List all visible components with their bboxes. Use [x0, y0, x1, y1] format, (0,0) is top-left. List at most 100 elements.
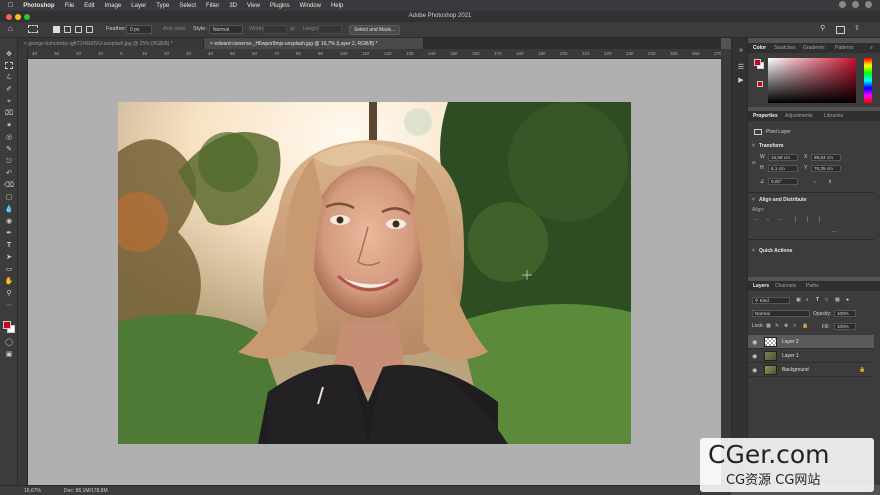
brush-tool-icon[interactable]: ✎	[4, 145, 14, 154]
hand-tool-icon[interactable]: ✋	[4, 277, 14, 286]
menu-file[interactable]: File	[65, 3, 75, 9]
workspace-icon[interactable]	[836, 26, 845, 34]
type-tool-icon[interactable]: T	[4, 241, 14, 250]
flip-horizontal-icon[interactable]: ⇔	[812, 179, 817, 185]
document-size[interactable]: Doc: 86,1M/178,8M	[64, 488, 108, 494]
search-icon[interactable]	[852, 1, 859, 8]
align-top-icon[interactable]: ┆	[794, 217, 797, 223]
apple-icon[interactable]: 	[8, 2, 13, 9]
rect-marquee-tool-icon[interactable]	[5, 62, 13, 69]
align-bottom-icon[interactable]: ┆	[818, 217, 821, 223]
lock-position-icon[interactable]: ✥	[784, 323, 788, 329]
tab-george-bohunicky[interactable]: × george-bohunicky-qjKT2rMU0VU-unsplash.…	[18, 38, 204, 49]
blend-mode-select[interactable]: Normal	[752, 310, 810, 317]
visibility-eye-icon[interactable]: ◉	[752, 339, 757, 346]
align-right-icon[interactable]: ┄	[778, 217, 781, 223]
move-tool-icon[interactable]: ✥	[4, 50, 14, 59]
tab-properties[interactable]: Properties	[753, 113, 778, 119]
new-selection-icon[interactable]	[53, 26, 60, 33]
height-input[interactable]	[318, 25, 342, 34]
opacity-field[interactable]: 100%	[834, 310, 856, 317]
x-field[interactable]: 69,64 cm	[811, 154, 841, 161]
filter-type-icon[interactable]: T	[816, 297, 819, 303]
pen-tool-icon[interactable]: ✒	[4, 229, 14, 238]
feather-input[interactable]: 0 px	[126, 25, 152, 34]
tab-paths[interactable]: Paths	[806, 283, 819, 289]
chevron-down-icon[interactable]: ˅	[752, 197, 755, 203]
lock-pixels-icon[interactable]: ▩	[766, 323, 771, 329]
foreground-color-swatch[interactable]	[3, 321, 11, 329]
lock-all-icon[interactable]: 🔒	[802, 323, 808, 329]
blur-tool-icon[interactable]: 💧	[4, 205, 14, 214]
layer-row-layer-1[interactable]: ◉ Layer 1	[748, 349, 874, 363]
wifi-icon[interactable]	[839, 1, 846, 8]
gradient-tool-icon[interactable]: ▢	[4, 193, 14, 202]
canvas-vertical-scrollbar[interactable]	[721, 49, 731, 485]
zoom-tool-icon[interactable]: ⚲	[4, 289, 14, 298]
style-select[interactable]: Normal	[209, 25, 243, 34]
filter-smart-object-icon[interactable]: ▩	[835, 297, 840, 303]
filter-pixel-icon[interactable]: ▣	[796, 297, 801, 303]
tab-gradients[interactable]: Gradients	[803, 45, 825, 51]
tab-layers[interactable]: Layers	[753, 283, 769, 289]
frame-tool-icon[interactable]: ⌧	[4, 109, 14, 118]
ruler-vertical[interactable]	[18, 49, 28, 485]
chevron-down-icon[interactable]: ˅	[752, 143, 755, 149]
tab-libraries[interactable]: Libraries	[824, 113, 843, 119]
width-field[interactable]: 16,58 cm	[768, 154, 798, 161]
menu-select[interactable]: Select	[179, 3, 196, 9]
zoom-level[interactable]: 16,67%	[24, 488, 41, 494]
panel-menu-icon[interactable]: ≡	[870, 45, 873, 51]
menu-3d[interactable]: 3D	[229, 3, 237, 9]
align-center-icon[interactable]: ┄	[766, 217, 769, 223]
filter-adjustment-icon[interactable]: ◐	[806, 297, 809, 303]
hue-slider[interactable]	[864, 58, 872, 103]
control-center-icon[interactable]	[865, 1, 872, 8]
color-field[interactable]	[768, 58, 856, 103]
menu-window[interactable]: Window	[300, 3, 321, 9]
history-brush-tool-icon[interactable]: ↶	[4, 169, 14, 178]
intersect-selection-icon[interactable]	[86, 26, 93, 33]
collapse-panels-icon[interactable]: »	[736, 46, 746, 55]
eyedropper-tool-icon[interactable]: ⁕	[4, 121, 14, 130]
menu-layer[interactable]: Layer	[131, 3, 146, 9]
height-field[interactable]: 6,1 cm	[768, 165, 798, 172]
lock-artboard-icon[interactable]: □	[793, 323, 796, 329]
menu-plugins[interactable]: Plugins	[270, 3, 290, 9]
layer-row-layer-2[interactable]: ◉ Layer 2	[748, 335, 874, 349]
filter-shape-icon[interactable]: □	[825, 297, 828, 303]
quick-select-tool-icon[interactable]: ✐	[4, 85, 14, 94]
tab-edward-cisneros[interactable]: × edward-cisneros-_H6wpor9mjs-unsplash.j…	[204, 38, 424, 49]
add-selection-icon[interactable]	[64, 26, 71, 33]
history-panel-icon[interactable]: ☰	[736, 63, 746, 72]
link-icon[interactable]: ∞	[752, 160, 756, 166]
crop-tool-icon[interactable]: ⌖	[4, 97, 14, 106]
visibility-eye-icon[interactable]: ◉	[752, 353, 757, 360]
tab-patterns[interactable]: Patterns	[835, 45, 854, 51]
lock-icon[interactable]: 🔒	[859, 367, 865, 373]
fill-field[interactable]: 100%	[834, 323, 856, 330]
tab-adjustments[interactable]: Adjustments	[785, 113, 813, 119]
filter-toggle-icon[interactable]: ●	[846, 297, 849, 303]
y-field[interactable]: 76,35 cm	[811, 165, 841, 172]
subtract-selection-icon[interactable]	[75, 26, 82, 33]
tab-swatches[interactable]: Swatches	[774, 45, 796, 51]
clone-stamp-tool-icon[interactable]: ⎋	[4, 157, 14, 166]
menu-image[interactable]: Image	[105, 3, 122, 9]
swap-dimensions-icon[interactable]: ⇄	[290, 26, 295, 32]
tab-channels[interactable]: Channels	[775, 283, 796, 289]
more-tools-icon[interactable]: ⋯	[4, 301, 14, 310]
rectangle-tool-icon[interactable]: ▭	[4, 265, 14, 274]
menu-help[interactable]: Help	[331, 3, 343, 9]
menu-photoshop[interactable]: Photoshop	[23, 3, 54, 9]
layer-row-background[interactable]: ◉ Background 🔒	[748, 363, 874, 377]
lock-image-icon[interactable]: ✎	[775, 323, 779, 329]
menu-view[interactable]: View	[247, 3, 260, 9]
antialias-checkbox[interactable]: Anti-alias	[163, 26, 186, 32]
tab-color[interactable]: Color	[753, 45, 766, 51]
align-middle-icon[interactable]: ┆	[806, 217, 809, 223]
path-select-tool-icon[interactable]: ➤	[4, 253, 14, 262]
healing-brush-tool-icon[interactable]: ◎	[4, 133, 14, 142]
select-and-mask-button[interactable]: Select and Mask...	[349, 25, 401, 35]
flip-vertical-icon[interactable]: ⇕	[828, 179, 832, 185]
